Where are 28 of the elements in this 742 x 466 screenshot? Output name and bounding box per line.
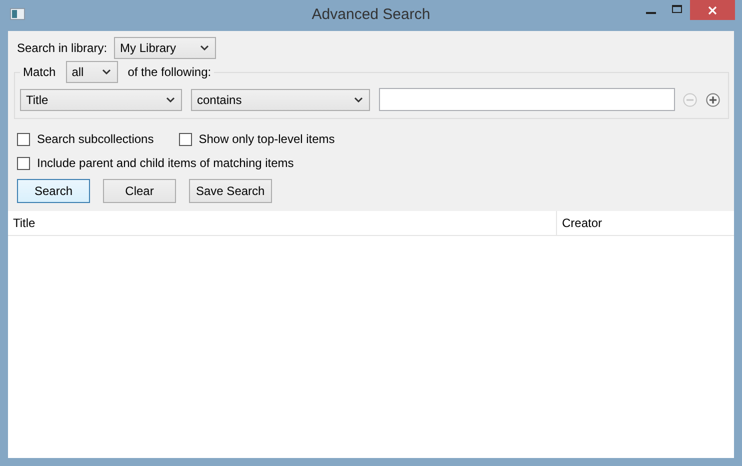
library-label: Search in library:: [17, 41, 108, 55]
action-button[interactable]: Search: [17, 179, 90, 203]
value-field[interactable]: [379, 88, 675, 111]
checkbox-label[interactable]: Show only top-level items: [198, 132, 335, 146]
column-header[interactable]: Creator: [556, 211, 733, 235]
field-dropdown[interactable]: Title: [20, 88, 182, 110]
action-button[interactable]: Clear: [103, 179, 176, 203]
checkbox-label[interactable]: Search subcollections: [37, 132, 154, 146]
caret-icon: [166, 96, 175, 102]
caret-icon: [354, 96, 363, 102]
close-icon: [708, 6, 717, 14]
match-dropdown[interactable]: all: [66, 61, 118, 83]
operator-dropdown[interactable]: contains: [191, 88, 370, 110]
action-button[interactable]: Save Search: [189, 179, 272, 203]
checkbox[interactable]: [178, 132, 192, 146]
checkbox-label[interactable]: Include parent and child items of matching items: [37, 156, 294, 170]
column-header[interactable]: Title: [8, 211, 556, 235]
match-suffix: of the following:: [128, 65, 212, 79]
window-title: Advanced Search: [312, 6, 430, 23]
add-icon[interactable]: [706, 92, 720, 106]
checkbox[interactable]: [17, 156, 30, 170]
checkbox[interactable]: [17, 132, 30, 146]
app-icon: [10, 8, 25, 20]
match-label: Match: [23, 65, 56, 79]
caret-icon: [102, 69, 111, 75]
library-dropdown[interactable]: My Library: [114, 37, 216, 59]
caret-icon: [200, 45, 210, 51]
close-button[interactable]: [690, 0, 735, 20]
